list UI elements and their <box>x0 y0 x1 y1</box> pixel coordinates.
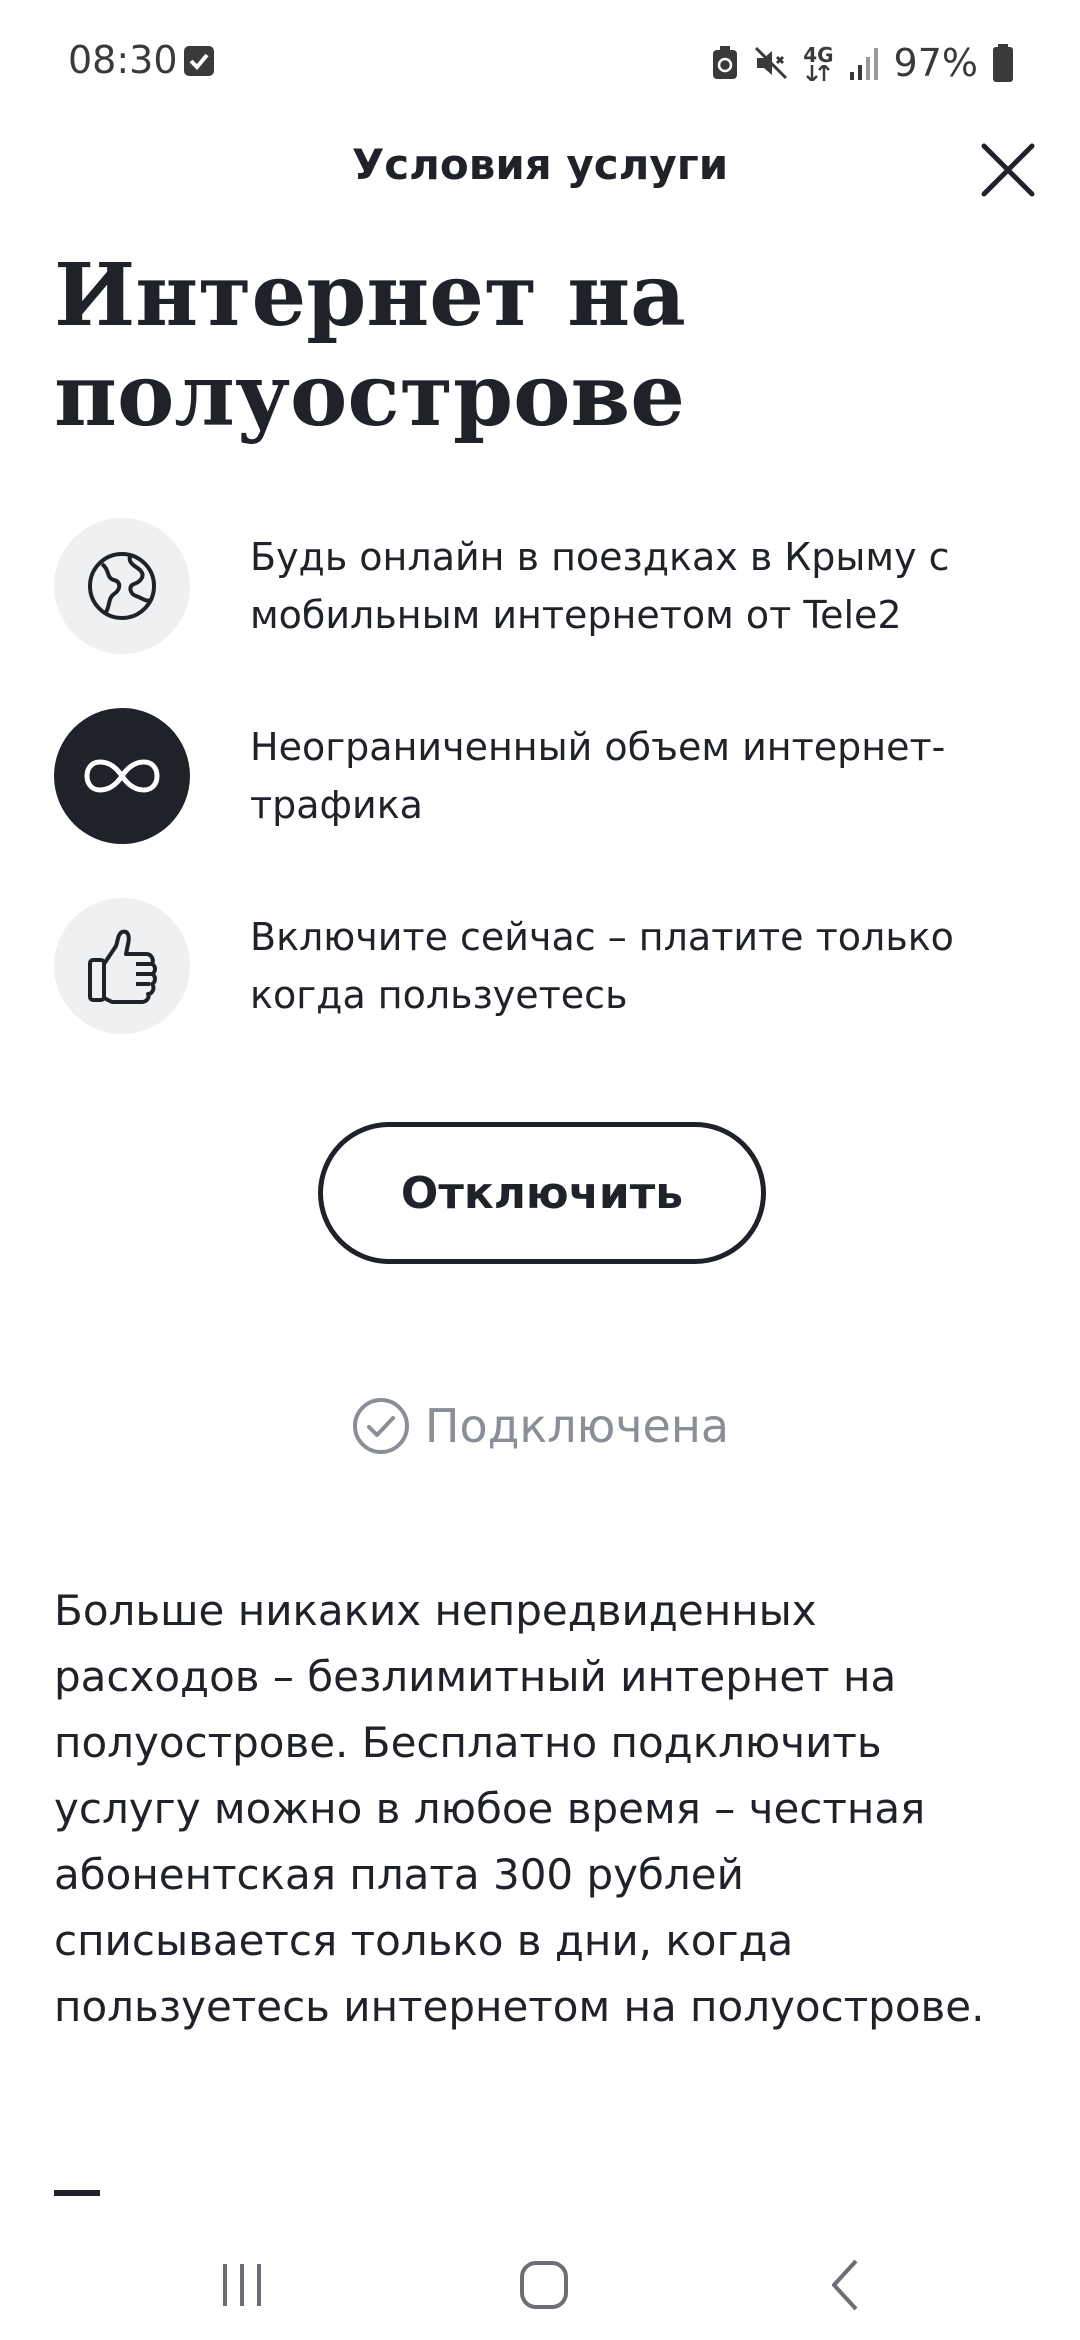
service-status-label: Подключена <box>424 1399 730 1453</box>
close-icon <box>981 143 1035 197</box>
system-nav-bar <box>0 2220 1080 2340</box>
service-status: Подключена <box>0 1396 1080 1456</box>
recent-apps-button[interactable] <box>202 2250 282 2320</box>
feature-text: Будь онлайн в поездках в Крыму с мобильн… <box>250 535 950 637</box>
recent-apps-icon <box>223 2264 261 2306</box>
mute-icon <box>753 45 789 81</box>
feature-item-pay: Включите сейчас – платите только когда п… <box>54 898 1034 1034</box>
checkbox-notification-icon <box>184 46 214 76</box>
network-label: 4G <box>803 43 834 67</box>
battery-percent: 97% <box>893 41 978 85</box>
thumbs-up-icon <box>54 898 190 1034</box>
service-description: Больше никаких непредвиденных расходов –… <box>54 1586 985 2031</box>
page-title-line1: Интернет на <box>54 245 686 346</box>
disable-button[interactable]: Отключить <box>318 1122 766 1264</box>
status-time: 08:30 <box>68 38 178 82</box>
page-title: Интернет на полуострове <box>54 246 1014 446</box>
infinity-icon <box>54 708 190 844</box>
home-button[interactable] <box>504 2250 584 2320</box>
signal-icon <box>848 46 880 80</box>
battery-icon <box>992 44 1014 82</box>
page-title-line2: полуострове <box>54 345 685 446</box>
check-circle-icon <box>352 1398 409 1454</box>
back-icon <box>832 2259 858 2311</box>
status-bar: 08:30 4G 97% <box>0 0 1080 126</box>
battery-saver-icon <box>711 45 739 81</box>
back-button[interactable] <box>806 2250 886 2320</box>
partial-content-divider <box>54 2190 100 2196</box>
globe-icon <box>54 518 190 654</box>
feature-item-unlimited: Неограниченный объем интернет-трафика <box>54 708 1034 844</box>
header-title: Условия услуги <box>351 140 729 189</box>
close-button[interactable] <box>976 138 1040 202</box>
network-4g-icon: 4G <box>803 43 834 81</box>
feature-text: Неограниченный объем интернет-трафика <box>250 725 946 827</box>
home-icon <box>520 2261 568 2309</box>
status-icons: 4G 97% <box>711 38 1014 88</box>
feature-text: Включите сейчас – платите только когда п… <box>250 915 954 1017</box>
feature-item-online: Будь онлайн в поездках в Крыму с мобильн… <box>54 518 1034 654</box>
